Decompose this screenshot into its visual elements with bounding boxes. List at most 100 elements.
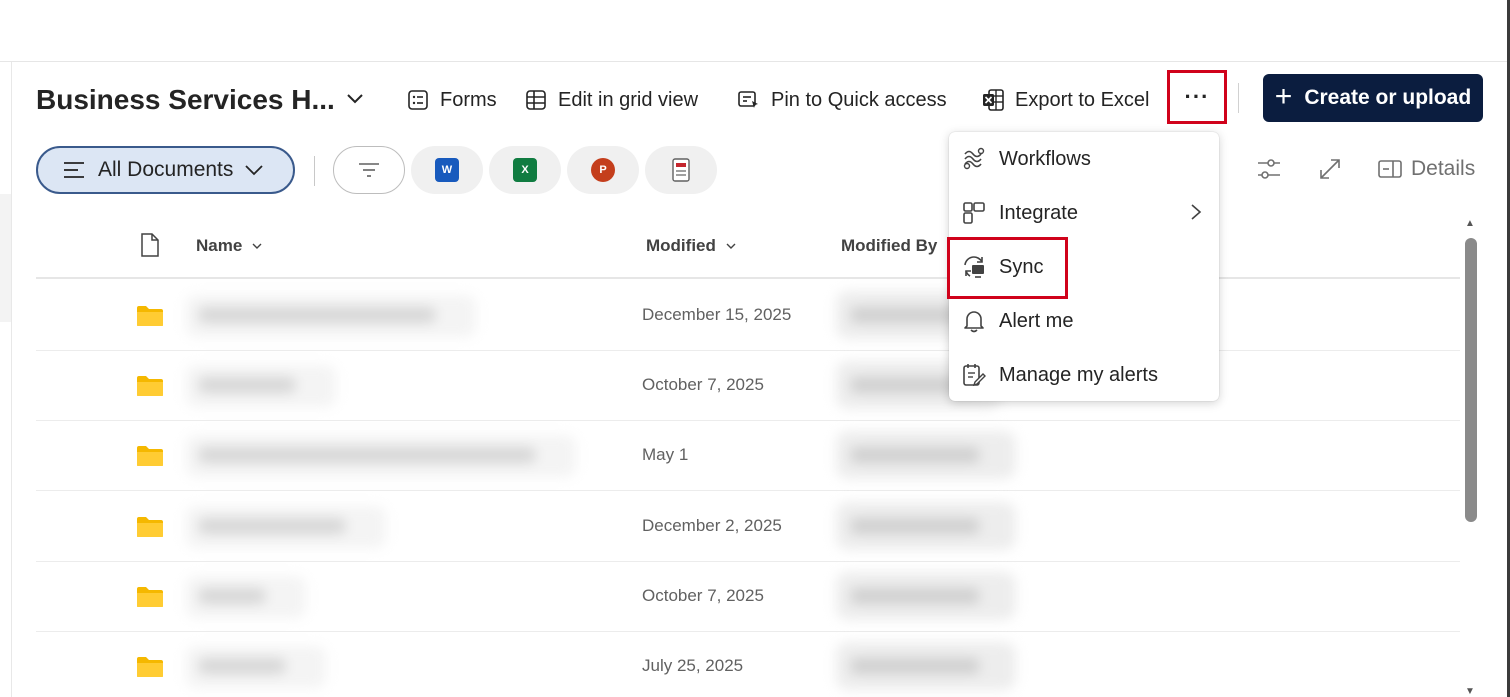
integrate-icon <box>963 202 985 224</box>
filter-icon <box>359 163 379 177</box>
pdf-icon <box>672 158 690 182</box>
sliders-icon <box>1258 159 1280 179</box>
table-header: Name Modified Modified By <box>36 224 1460 279</box>
file-type-icon <box>141 233 159 257</box>
plus-icon: + <box>1274 79 1293 113</box>
create-or-upload-button[interactable]: + Create or upload <box>1263 74 1483 122</box>
redacted-file-name[interactable] <box>186 506 386 548</box>
menu-item-alert-me[interactable]: Alert me <box>949 294 1219 348</box>
table-row[interactable]: July 25, 2025 <box>36 632 1460 697</box>
left-pane-highlight <box>0 194 11 322</box>
redacted-file-name[interactable] <box>186 576 306 618</box>
scroll-down-icon[interactable]: ▼ <box>1465 686 1475 697</box>
view-divider <box>314 156 315 186</box>
edit-grid-view-label: Edit in grid view <box>558 88 699 111</box>
table-row[interactable]: December 2, 2025 <box>36 492 1460 562</box>
name-column-header[interactable]: Name <box>196 236 262 256</box>
export-excel-button[interactable]: Export to Excel <box>981 82 1150 118</box>
folder-icon <box>137 376 163 396</box>
chevron-down-icon <box>245 164 264 175</box>
name-column-label: Name <box>196 236 243 255</box>
library-title-text: Business Services H... <box>36 84 335 115</box>
filter-button[interactable] <box>333 146 405 194</box>
forms-icon <box>408 90 428 110</box>
view-list-icon <box>64 162 84 178</box>
table-row[interactable]: October 7, 2025 <box>36 351 1460 421</box>
create-or-upload-label: Create or upload <box>1304 86 1472 109</box>
workflows-icon <box>963 147 985 170</box>
folder-icon <box>137 587 163 607</box>
sync-icon <box>964 256 984 278</box>
grid-icon <box>526 90 546 110</box>
excel-export-icon <box>983 89 1004 111</box>
customize-columns-button[interactable] <box>1256 156 1282 182</box>
pin-icon <box>738 91 758 108</box>
powerpoint-filter-chip[interactable]: P <box>567 146 639 194</box>
menu-item-label: Sync <box>999 255 1044 278</box>
view-selector-label: All Documents <box>98 158 234 181</box>
menu-item-integrate[interactable]: Integrate <box>949 186 1219 240</box>
modified-column-header[interactable]: Modified <box>646 236 736 256</box>
modified-date: October 7, 2025 <box>642 375 764 394</box>
table-row[interactable]: December 15, 2025 <box>36 281 1460 351</box>
manage-alerts-icon <box>963 364 986 387</box>
chevron-down-icon <box>347 91 363 109</box>
excel-icon: X <box>513 158 537 182</box>
forms-button[interactable]: Forms <box>406 82 497 118</box>
export-excel-label: Export to Excel <box>1015 88 1150 111</box>
details-pane-button[interactable]: Details <box>1377 156 1475 182</box>
menu-item-manage-alerts[interactable]: Manage my alerts <box>949 348 1219 402</box>
modified-by-column-label: Modified By <box>841 236 938 255</box>
menu-item-workflows[interactable]: Workflows <box>949 132 1219 186</box>
view-selector[interactable]: All Documents <box>36 146 295 194</box>
menu-item-label: Manage my alerts <box>999 363 1158 386</box>
more-options-icon: ··· <box>1184 84 1210 109</box>
powerpoint-icon: P <box>591 158 615 182</box>
pin-quick-access-button[interactable]: Pin to Quick access <box>737 82 947 118</box>
redacted-file-name[interactable] <box>186 295 476 337</box>
redacted-file-name[interactable] <box>186 365 336 407</box>
folder-icon <box>137 517 163 537</box>
chevron-down-icon <box>726 243 736 249</box>
menu-item-sync[interactable]: Sync <box>949 240 1219 294</box>
library-title[interactable]: Business Services H... <box>36 82 363 118</box>
bell-icon <box>964 311 984 333</box>
menu-item-label: Workflows <box>999 147 1091 170</box>
pin-quick-access-label: Pin to Quick access <box>771 88 947 111</box>
folder-icon <box>137 657 163 677</box>
folder-icon <box>137 306 163 326</box>
command-divider <box>1238 83 1239 113</box>
redacted-modified-by <box>836 431 1016 479</box>
redacted-modified-by <box>836 642 1016 690</box>
chevron-down-icon <box>252 243 262 249</box>
folder-icon <box>137 446 163 466</box>
forms-label: Forms <box>440 88 497 111</box>
details-label: Details <box>1411 157 1476 180</box>
redacted-modified-by <box>836 502 1016 550</box>
expand-icon <box>1320 159 1340 179</box>
menu-item-label: Integrate <box>999 201 1078 224</box>
left-navigation-pane <box>0 62 12 697</box>
modified-column-label: Modified <box>646 236 716 255</box>
word-icon: W <box>435 158 459 182</box>
modified-date: July 25, 2025 <box>642 656 744 675</box>
redacted-modified-by <box>836 572 1016 620</box>
vertical-scrollbar[interactable]: ▲ ▼ <box>1462 218 1480 697</box>
pdf-filter-chip[interactable] <box>645 146 717 194</box>
scrollbar-thumb[interactable] <box>1465 238 1477 522</box>
word-filter-chip[interactable]: W <box>411 146 483 194</box>
excel-filter-chip[interactable]: X <box>489 146 561 194</box>
modified-date: December 2, 2025 <box>642 516 782 535</box>
more-options-button[interactable]: ··· <box>1167 70 1227 124</box>
chevron-right-icon <box>1191 204 1202 220</box>
redacted-file-name[interactable] <box>186 646 326 688</box>
more-options-menu: Workflows Integrate Sync Alert me Manage… <box>949 132 1219 401</box>
modified-date: May 1 <box>642 445 689 464</box>
table-row[interactable]: October 7, 2025 <box>36 562 1460 632</box>
scroll-up-icon[interactable]: ▲ <box>1465 218 1475 229</box>
expand-button[interactable] <box>1317 156 1343 182</box>
table-row[interactable]: May 1 <box>36 421 1460 491</box>
redacted-file-name[interactable] <box>186 435 576 477</box>
modified-by-column-header[interactable]: Modified By <box>841 236 937 256</box>
edit-grid-view-button[interactable]: Edit in grid view <box>524 82 698 118</box>
